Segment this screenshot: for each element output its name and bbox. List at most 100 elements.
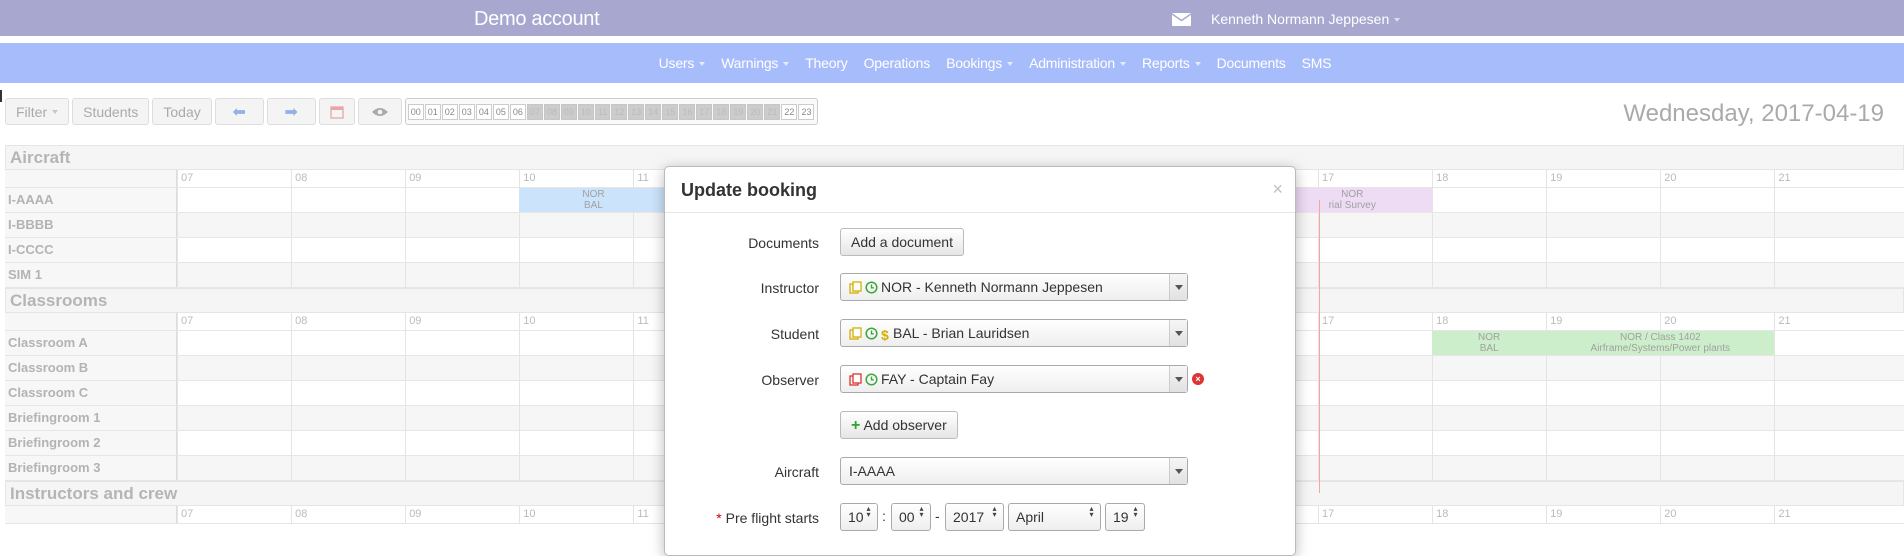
instructor-row: Instructor NOR - Kenneth Normann Jeppese… xyxy=(665,273,1297,303)
update-booking-dialog: Update booking × Documents Add a documen… xyxy=(664,166,1296,556)
booking-block[interactable]: NOR BAL xyxy=(519,188,668,212)
hour-toggle[interactable]: 07 xyxy=(526,103,543,120)
visibility-button[interactable] xyxy=(357,98,402,125)
grid-line xyxy=(405,331,407,355)
hour-toggle[interactable]: 20 xyxy=(747,103,764,120)
hour-range-selector[interactable]: 00 01 02 03 04 05 06 07 08 09 10 11 12 13 14 15 16 17 18 19… xyxy=(404,98,819,125)
hour-toggle[interactable]: 01 xyxy=(424,103,441,120)
nav-item-administration[interactable]: Administration xyxy=(1029,55,1126,71)
nav-item-label: Administration xyxy=(1029,55,1115,71)
hour-toggle[interactable]: 16 xyxy=(679,103,696,120)
grid-line xyxy=(633,381,635,405)
add-observer-button[interactable]: + Add observer xyxy=(840,411,958,439)
grid-line xyxy=(1546,238,1548,262)
nav-item-users[interactable]: Users xyxy=(659,55,706,71)
nav-item-label: Theory xyxy=(805,55,848,71)
aircraft-select[interactable]: I-AAAA xyxy=(840,457,1188,485)
hour-toggle[interactable]: 05 xyxy=(492,103,509,120)
nav-item-sms[interactable]: SMS xyxy=(1302,55,1332,71)
hour-toggle[interactable]: 06 xyxy=(509,103,526,120)
next-day-button[interactable]: ➡ xyxy=(266,98,316,125)
chevron-down-icon xyxy=(1169,366,1187,392)
grid-line xyxy=(519,356,521,380)
hour-toggle[interactable]: 23 xyxy=(798,103,815,120)
grid-line xyxy=(291,313,293,330)
hour-toggle[interactable]: 13 xyxy=(628,103,645,120)
dialog-title: Update booking xyxy=(681,180,817,200)
user-menu[interactable]: Kenneth Normann Jeppesen xyxy=(1211,11,1401,27)
row-label-spacer xyxy=(5,170,177,187)
user-name-label: Kenneth Normann Jeppesen xyxy=(1211,11,1390,27)
hour-toggle[interactable]: 19 xyxy=(730,103,747,120)
nav-item-warnings[interactable]: Warnings xyxy=(721,55,790,71)
hour-toggle[interactable]: 09 xyxy=(560,103,577,120)
nav-item-operations[interactable]: Operations xyxy=(864,55,931,71)
hour-label: 09 xyxy=(409,508,422,520)
envelope-icon[interactable] xyxy=(1172,13,1191,26)
hour-toggle[interactable]: 22 xyxy=(781,103,798,120)
grid-line xyxy=(633,331,635,355)
grid-line xyxy=(291,213,293,237)
nav-item-reports[interactable]: Reports xyxy=(1142,55,1201,71)
hour-label: 21 xyxy=(1778,172,1791,184)
account-name: Demo account xyxy=(474,8,600,30)
nav-item-bookings[interactable]: Bookings xyxy=(946,55,1014,71)
preflight-minute-select[interactable]: 00 xyxy=(891,503,931,531)
current-date: Wednesday, 2017-04-19 xyxy=(1623,100,1884,127)
filter-label: Filter xyxy=(16,103,48,120)
hour-toggle[interactable]: 15 xyxy=(662,103,679,120)
previous-day-button[interactable]: ⬅ xyxy=(214,98,264,125)
observer-select[interactable]: FAY - Captain Fay xyxy=(840,365,1188,393)
hour-toggle[interactable]: 00 xyxy=(407,103,424,120)
hour-toggle[interactable]: 21 xyxy=(764,103,781,120)
grid-line xyxy=(177,331,178,355)
grid-line xyxy=(519,313,521,330)
grid-line xyxy=(1774,213,1776,237)
hour-toggle[interactable]: 12 xyxy=(611,103,628,120)
instructor-select[interactable]: NOR - Kenneth Normann Jeppesen xyxy=(840,273,1188,301)
grid-line xyxy=(1432,456,1434,480)
close-icon[interactable]: × xyxy=(1272,179,1283,200)
time-separator: : xyxy=(882,508,886,524)
grid-line xyxy=(177,188,178,212)
booking-block[interactable]: NOR / Class 1402 Airframe/Systems/Power p… xyxy=(1546,331,1775,355)
hour-label: 18 xyxy=(1436,315,1449,327)
add-document-button[interactable]: Add a document xyxy=(840,228,964,256)
hour-toggle[interactable]: 11 xyxy=(594,103,611,120)
grid-line xyxy=(1774,313,1776,330)
booking-block[interactable]: NOR BAL xyxy=(1432,331,1547,355)
nav-item-label: Reports xyxy=(1141,55,1190,71)
remove-observer-icon[interactable]: × xyxy=(1192,373,1204,385)
hour-toggle[interactable]: 04 xyxy=(475,103,492,120)
preflight-month-select[interactable]: April xyxy=(1008,503,1101,531)
schedule-toolbar: Filter Students Today ⬅ ➡ 00 01 02 03 04 05 06… xyxy=(5,98,819,125)
documents-row: Documents Add a document xyxy=(665,228,1297,258)
hour-toggle[interactable]: 14 xyxy=(645,103,662,120)
students-button[interactable]: Students xyxy=(72,98,150,125)
preflight-hour-select[interactable]: 10 xyxy=(840,503,878,531)
hour-toggle[interactable]: 18 xyxy=(713,103,730,120)
calendar-button[interactable] xyxy=(318,98,355,125)
hour-toggle[interactable]: 02 xyxy=(441,103,458,120)
today-button[interactable]: Today xyxy=(152,98,212,125)
grid-line xyxy=(405,238,407,262)
nav-item-theory[interactable]: Theory xyxy=(805,55,848,71)
hour-label: 07 xyxy=(181,508,194,520)
grid-line xyxy=(1318,506,1319,523)
hour-toggle[interactable]: 03 xyxy=(458,103,475,120)
grid-line xyxy=(1546,188,1548,212)
booking-block[interactable]: NOR rial Survey xyxy=(1272,188,1433,212)
hour-toggle[interactable]: 17 xyxy=(696,103,713,120)
nav-item-documents[interactable]: Documents xyxy=(1217,55,1286,71)
student-select[interactable]: $ BAL - Brian Lauridsen xyxy=(840,319,1188,347)
grid-line xyxy=(177,213,178,237)
grid-line xyxy=(177,356,178,380)
hour-label: 21 xyxy=(1778,315,1791,327)
filter-button[interactable]: Filter xyxy=(5,98,70,125)
grid-line xyxy=(291,356,293,380)
preflight-day-select[interactable]: 19 xyxy=(1105,503,1145,531)
hour-toggle[interactable]: 10 xyxy=(577,103,594,120)
hour-toggle[interactable]: 08 xyxy=(543,103,560,120)
preflight-year-select[interactable]: 2017 xyxy=(945,503,1004,531)
booking-line-2: BAL xyxy=(1479,343,1499,354)
